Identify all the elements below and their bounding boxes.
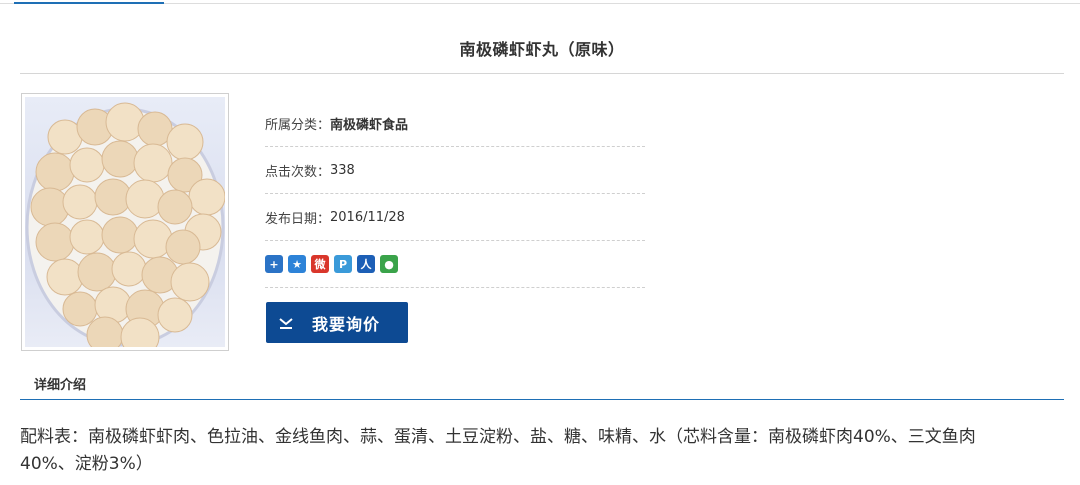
ingredients-text: 配料表：南极磷虾虾肉、色拉油、金线鱼肉、蒜、蛋清、土豆淀粉、盐、糖、味精、水（芯… [20, 427, 976, 474]
shrimp-ball [165, 229, 201, 265]
share-more-icon[interactable]: + [265, 255, 283, 273]
title-divider [20, 73, 1064, 74]
date-label: 发布日期： [265, 211, 331, 227]
clicks-label: 点击次数： [265, 164, 331, 180]
shrimp-ball [69, 147, 105, 183]
date-row: 发布日期： 2016/11/28 [265, 194, 645, 241]
shrimp-ball [69, 219, 105, 255]
shrimp-ball [35, 222, 75, 262]
category-row: 所属分类： 南极磷虾食品 [265, 100, 645, 147]
shrimp-ball [35, 152, 75, 192]
share-bar: + ★ 微 P 人 ● [265, 241, 645, 288]
detail-divider [20, 399, 1064, 400]
shrimp-ball [170, 262, 210, 302]
product-info: 所属分类： 南极磷虾食品 点击次数： 338 发布日期： 2016/11/28 … [265, 100, 645, 288]
category-label: 所属分类： [265, 117, 331, 133]
shrimp-ball [62, 291, 98, 327]
shrimp-ball [46, 258, 84, 296]
shrimp-ball [77, 252, 117, 292]
shrimp-ball [101, 216, 139, 254]
shrimp-ball [133, 143, 173, 183]
inquiry-button[interactable]: 我要询价 [266, 302, 408, 343]
qzone-icon[interactable]: ★ [288, 255, 306, 273]
shrimp-ball [166, 123, 204, 161]
shrimp-ball [101, 140, 139, 178]
shrimp-ball [105, 102, 145, 142]
tab-detail[interactable]: 详细介绍 [34, 374, 86, 393]
shrimp-ball [125, 179, 165, 219]
shrimp-ball [94, 178, 132, 216]
renren-icon[interactable]: 人 [357, 255, 375, 273]
shrimp-ball [86, 316, 124, 347]
inquiry-button-label: 我要询价 [312, 314, 381, 334]
shrimp-ball [157, 297, 193, 333]
shrimp-ball [157, 189, 193, 225]
active-tab-indicator [14, 2, 164, 4]
clicks-value: 338 [330, 162, 355, 178]
product-image[interactable] [21, 93, 229, 351]
category-value[interactable]: 南极磷虾食品 [330, 114, 408, 133]
wechat-icon[interactable]: ● [380, 255, 398, 273]
date-value: 2016/11/28 [330, 209, 405, 225]
shrimp-ball [133, 219, 173, 259]
shrimp-ball [188, 178, 225, 216]
shrimp-balls-illustration [25, 102, 225, 347]
shrimp-balls-photo [25, 97, 225, 347]
shrimp-ball [111, 251, 147, 287]
clicks-row: 点击次数： 338 [265, 147, 645, 194]
shrimp-ball [62, 184, 98, 220]
tencent-weibo-icon[interactable]: P [334, 255, 352, 273]
weibo-icon[interactable]: 微 [311, 255, 329, 273]
product-title: 南极磷虾虾丸（原味） [459, 40, 625, 59]
chevron-down-icon [276, 315, 296, 331]
